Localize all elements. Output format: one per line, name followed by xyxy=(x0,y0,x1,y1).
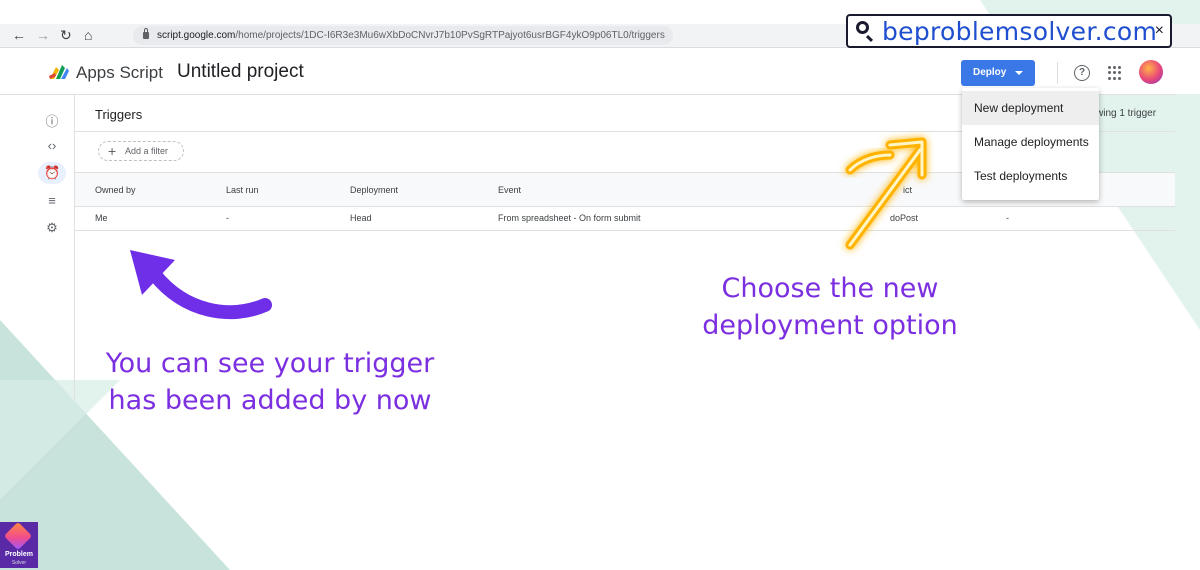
annotation-right-line2: deployment option xyxy=(702,310,958,341)
help-icon[interactable]: ? xyxy=(1074,65,1090,81)
executions-icon[interactable]: ≡ xyxy=(44,193,60,208)
cell-owned-by: Me xyxy=(95,213,108,223)
column-event[interactable]: Event xyxy=(498,185,521,195)
cell-last-run: - xyxy=(226,213,229,223)
deploy-button-label: Deploy xyxy=(973,67,1007,78)
deploy-button[interactable]: Deploy xyxy=(961,60,1035,86)
cell-deployment: Head xyxy=(350,213,372,223)
project-title[interactable]: Untitled project xyxy=(177,61,304,83)
alarm-clock-icon[interactable]: ⏰ xyxy=(44,165,60,181)
annotation-trigger-added: You can see your trigger has been added … xyxy=(90,345,450,419)
cell-extra: - xyxy=(1006,213,1009,223)
column-last-run[interactable]: Last run xyxy=(226,185,259,195)
forward-icon[interactable]: → xyxy=(36,27,50,43)
header-divider xyxy=(1057,62,1058,84)
annotation-right-line1: Choose the new xyxy=(721,273,939,304)
trigger-count: wing 1 trigger xyxy=(1096,108,1157,119)
back-icon[interactable]: ← xyxy=(12,27,26,43)
brand-logo-line2: Solver xyxy=(11,560,27,566)
chevron-down-icon xyxy=(1015,71,1023,75)
cell-event: From spreadsheet - On form submit xyxy=(498,213,641,223)
annotation-arrow-icon xyxy=(130,250,272,320)
url-host: script.google.com xyxy=(157,30,236,41)
search-icon xyxy=(856,21,869,34)
highlight-arrow-icon xyxy=(845,137,927,250)
menu-item-test-deployments[interactable]: Test deployments xyxy=(962,159,1099,193)
plus-icon: + xyxy=(108,143,117,159)
add-filter-button[interactable]: + Add a filter xyxy=(98,141,184,161)
watermark-text: beproblemsolver.com xyxy=(882,17,1158,46)
address-bar[interactable]: script.google.com/home/projects/1DC-I6R3… xyxy=(133,26,673,45)
row-divider xyxy=(75,230,1175,231)
home-icon[interactable]: ⌂ xyxy=(84,27,92,43)
deploy-dropdown-menu: New deployment Manage deployments Test d… xyxy=(962,88,1099,200)
app-name: Apps Script xyxy=(76,63,163,82)
avatar[interactable] xyxy=(1139,60,1163,84)
brand-logo-line1: Problem xyxy=(4,551,33,558)
column-owned-by[interactable]: Owned by xyxy=(95,185,136,195)
page-title: Triggers xyxy=(95,107,143,122)
close-icon: × xyxy=(1154,22,1164,39)
apps-script-logo-icon xyxy=(49,65,69,79)
brand-logo: Problem Solver xyxy=(0,521,38,568)
apps-grid-icon[interactable] xyxy=(1108,66,1122,80)
reload-icon[interactable]: ↻ xyxy=(60,27,72,44)
annotation-left-line1: You can see your trigger xyxy=(105,348,435,379)
annotation-left-line2: has been added by now xyxy=(108,385,432,416)
add-filter-label: Add a filter xyxy=(125,146,169,156)
menu-item-new-deployment[interactable]: New deployment xyxy=(962,91,1099,125)
column-deployment[interactable]: Deployment xyxy=(350,185,398,195)
gear-icon[interactable]: ⚙ xyxy=(44,220,60,236)
lock-icon xyxy=(143,28,149,39)
rail-separator xyxy=(74,95,75,400)
url-path: /home/projects/1DC-I6R3e3Mu6wXbDoCNvrJ7b… xyxy=(235,30,665,41)
info-icon[interactable]: ⓘ xyxy=(44,111,60,130)
annotation-choose-deployment: Choose the new deployment option xyxy=(680,270,980,344)
menu-item-manage-deployments[interactable]: Manage deployments xyxy=(962,125,1099,159)
watermark-search-box: beproblemsolver.com × xyxy=(846,14,1172,48)
code-icon[interactable]: ‹› xyxy=(44,138,60,153)
brand-logo-icon xyxy=(3,521,33,551)
